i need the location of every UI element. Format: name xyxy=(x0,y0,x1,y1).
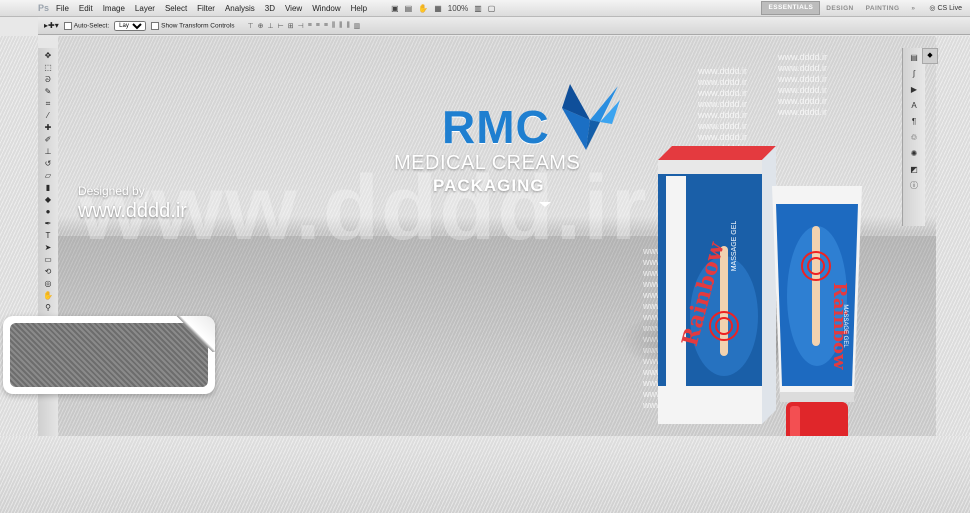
dodge-tool-icon[interactable]: ● xyxy=(41,206,55,217)
quick-select-tool-icon[interactable]: ✎ xyxy=(41,86,55,97)
align-hcenter-icon[interactable]: ⊞ xyxy=(288,22,294,30)
tagline-arrow-icon xyxy=(539,202,551,207)
watermark-column: www.dddd.irwww.dddd.irwww.dddd.ir www.dd… xyxy=(778,52,828,117)
history-panel-icon[interactable]: ▤ xyxy=(910,52,918,64)
lasso-tool-icon[interactable]: ᘐ xyxy=(41,74,55,85)
distribute-right-icon[interactable]: ⫼ xyxy=(346,22,349,30)
zoom-level[interactable]: 100% xyxy=(448,4,468,13)
menu-bar: Ps File Edit Image Layer Select Filter A… xyxy=(0,0,970,17)
menu-image[interactable]: Image xyxy=(103,4,125,13)
zoom-tool-icon[interactable]: ⚲ xyxy=(41,302,55,313)
eyedropper-tool-icon[interactable]: ⁄ xyxy=(41,110,55,121)
brushes-panel-icon[interactable]: ✺ xyxy=(911,148,918,160)
character-panel-icon[interactable]: A xyxy=(911,100,916,112)
clone-source-panel-icon[interactable]: ♲ xyxy=(910,132,917,144)
marquee-tool-icon[interactable]: ⬚ xyxy=(41,62,55,73)
designed-by-label: Designed by xyxy=(78,184,145,198)
pen-tool-icon[interactable]: ✒ xyxy=(41,218,55,229)
show-transform-checkbox[interactable]: Show Transform Controls xyxy=(151,21,235,30)
type-tool-icon[interactable]: T xyxy=(41,230,55,241)
menu-analysis[interactable]: Analysis xyxy=(225,4,255,13)
swatches-panel-icon[interactable]: ∫ xyxy=(913,68,915,80)
cs-live-label: CS Live xyxy=(937,5,962,12)
expand-panels-icon[interactable]: ◆ xyxy=(922,48,938,64)
menu-view[interactable]: View xyxy=(285,4,302,13)
menu-edit[interactable]: Edit xyxy=(79,4,93,13)
auto-select-dropdown[interactable]: Layer xyxy=(114,20,147,31)
distribute-top-icon[interactable]: ≡ xyxy=(308,22,312,30)
auto-select-checkbox[interactable]: Auto-Select: xyxy=(63,21,110,30)
distribute-hcenter-icon[interactable]: ⫼ xyxy=(339,22,342,30)
distribute-vcenter-icon[interactable]: ≡ xyxy=(316,22,320,30)
launch-bridge-icon[interactable]: ▣ xyxy=(391,4,399,13)
blur-tool-icon[interactable]: ◆ xyxy=(41,194,55,205)
tagline-packaging: PACKAGING xyxy=(433,176,545,195)
tube-product-type-text: MASSAGE GEL xyxy=(842,304,848,348)
show-transform-label: Show Transform Controls xyxy=(161,22,235,30)
shape-tool-icon[interactable]: ▭ xyxy=(41,254,55,265)
actions-panel-icon[interactable]: ▶ xyxy=(911,84,917,96)
move-tool-icon[interactable]: ✥ xyxy=(41,50,55,61)
arrange-documents-icon[interactable]: ▥ xyxy=(474,4,482,13)
menu-window[interactable]: Window xyxy=(312,4,340,13)
distribute-bottom-icon[interactable]: ≡ xyxy=(324,22,328,30)
info-panel-icon[interactable]: ⓘ xyxy=(910,180,918,192)
clone-stamp-tool-icon[interactable]: ⊥ xyxy=(41,146,55,157)
eraser-tool-icon[interactable]: ▱ xyxy=(41,170,55,181)
brush-tool-icon[interactable]: ✐ xyxy=(41,134,55,145)
navigator-panel-icon[interactable]: ◩ xyxy=(910,164,918,176)
rmc-logo: RMC xyxy=(442,101,550,153)
product-box: Rainbow MASSAGE GEL xyxy=(658,146,776,424)
align-left-icon[interactable]: ⊢ xyxy=(278,22,284,30)
auto-align-icon[interactable]: ▥ xyxy=(354,22,361,30)
distribute-left-icon[interactable]: ⫼ xyxy=(332,22,335,30)
paragraph-panel-icon[interactable]: ¶ xyxy=(912,116,916,128)
align-top-icon[interactable]: ⊤ xyxy=(248,22,254,30)
workspace-background-right xyxy=(936,36,970,436)
auto-select-label: Auto-Select: xyxy=(73,22,110,30)
3d-rotate-tool-icon[interactable]: ⟲ xyxy=(41,266,55,277)
tagline-medical-creams: MEDICAL CREAMS xyxy=(394,152,581,174)
menu-file[interactable]: File xyxy=(56,4,69,13)
watermark-column: www.dddd.irwww.dddd.irwww.dddd.ir www.dd… xyxy=(698,66,748,153)
product-tube: Rainbow MASSAGE GEL xyxy=(772,186,862,446)
menu-layer[interactable]: Layer xyxy=(135,4,155,13)
align-bottom-icon[interactable]: ⊥ xyxy=(267,22,273,30)
menu-help[interactable]: Help xyxy=(351,4,367,13)
cs-live-icon: ◎ xyxy=(929,5,936,12)
workspace-design[interactable]: DESIGN xyxy=(820,5,859,12)
panels-dock: ▤ ∫ ▶ A ¶ ♲ ✺ ◩ ⓘ xyxy=(902,48,925,226)
cs-live-button[interactable]: ◎ CS Live xyxy=(929,4,962,12)
align-right-icon[interactable]: ⊣ xyxy=(298,22,304,30)
menu-select[interactable]: Select xyxy=(165,4,187,13)
crop-tool-icon[interactable]: ⌗ xyxy=(41,98,55,109)
photoshop-logo-icon: Ps xyxy=(38,3,50,13)
screen-mode-icon[interactable]: ▢ xyxy=(488,4,496,13)
sticker-curl xyxy=(175,316,215,352)
history-brush-tool-icon[interactable]: ↺ xyxy=(41,158,55,169)
more-workspaces-icon[interactable]: » xyxy=(905,5,921,12)
workspace-painting[interactable]: PAINTING xyxy=(860,5,906,12)
menu-filter[interactable]: Filter xyxy=(197,4,215,13)
peeling-sticker-badge xyxy=(3,316,215,394)
menu-3d[interactable]: 3D xyxy=(265,4,275,13)
workspace-background-bottom xyxy=(0,436,970,513)
website-label: www.dddd.ir xyxy=(78,200,187,222)
view-extras-icon[interactable]: ▦ xyxy=(434,4,442,13)
gradient-tool-icon[interactable]: ▮ xyxy=(41,182,55,193)
move-tool-preset-icon[interactable]: ▸✚▾ xyxy=(44,21,59,30)
hand-tool-icon[interactable]: ✋ xyxy=(418,4,428,13)
3d-orbit-tool-icon[interactable]: ◎ xyxy=(41,278,55,289)
hand-tool-icon[interactable]: ✋ xyxy=(41,290,55,301)
path-select-tool-icon[interactable]: ➤ xyxy=(41,242,55,253)
mini-bridge-icon[interactable]: ▤ xyxy=(405,4,413,13)
align-vcenter-icon[interactable]: ⊕ xyxy=(258,22,264,30)
healing-brush-tool-icon[interactable]: ✚ xyxy=(41,122,55,133)
workspace-essentials[interactable]: ESSENTIALS xyxy=(761,1,821,15)
origami-bird-icon xyxy=(562,84,620,150)
box-product-type-text: MASSAGE GEL xyxy=(731,221,738,272)
options-bar: ▸✚▾ Auto-Select: Layer Show Transform Co… xyxy=(38,17,970,35)
